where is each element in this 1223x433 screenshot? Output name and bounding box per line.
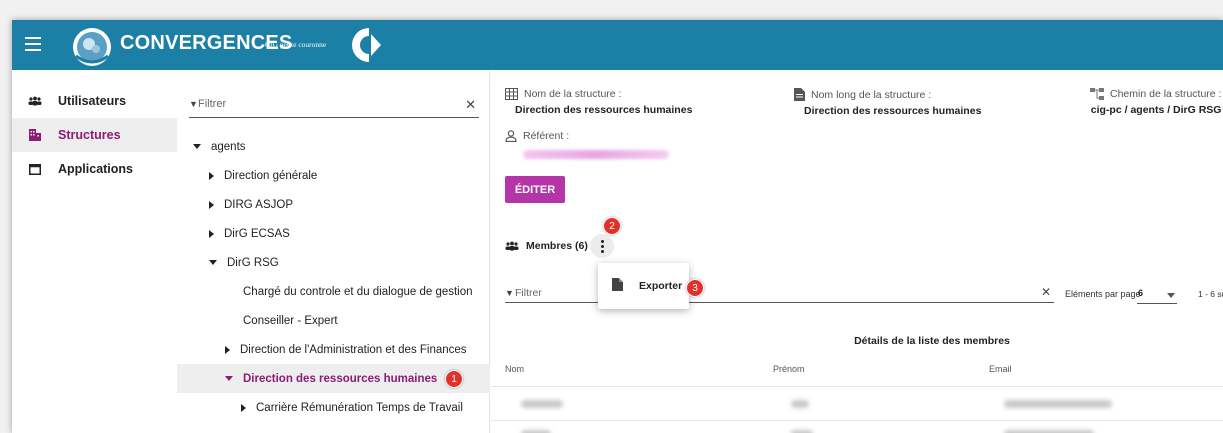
referent-value-redacted — [523, 150, 669, 159]
sidebar-item-structures[interactable]: Structures — [12, 118, 177, 152]
tree-node-label: Carrière Rémunération Temps de Travail — [256, 401, 463, 414]
tree-node[interactable]: Carrière Rémunération Temps de Travail — [241, 393, 463, 422]
users-icon — [28, 94, 42, 108]
tree-node[interactable]: Conseiller - Expert — [243, 306, 338, 335]
tree-node-label: Conseiller - Expert — [243, 314, 338, 327]
structure-tree: ▼ Filtrer ✕ agents Direction générale DI… — [177, 70, 490, 433]
tree-node[interactable]: DirG RSG — [209, 248, 279, 277]
hierarchy-icon — [1090, 88, 1104, 100]
members-filter-input[interactable]: ▼ Filtrer ✕ — [505, 283, 1054, 303]
tree-node-selected[interactable]: Direction des ressources humaines — [177, 364, 490, 393]
app-window: CONVERGENCES CIG petite couronne Utilisa… — [12, 20, 1223, 433]
pagination-range: 1 - 6 su — [1198, 289, 1223, 299]
tree-node[interactable]: Direction générale — [209, 161, 317, 190]
per-page-select[interactable]: 6 — [1137, 284, 1177, 304]
tree-node[interactable]: DIRG ASJOP — [209, 190, 293, 219]
document-icon — [612, 278, 623, 296]
sidebar: Utilisateurs Structures Applications — [12, 70, 177, 433]
caret-down-icon[interactable] — [209, 260, 217, 265]
structure-long-name-label: Nom long de la structure : — [811, 88, 932, 101]
tree-node[interactable]: Direction de l'Administration et des Fin… — [225, 335, 467, 364]
structure-detail-panel: Nom de la structure : Direction des ress… — [491, 70, 1223, 433]
structure-path-value: cig-pc / agents / DirG RSG — [1090, 104, 1222, 116]
caret-right-icon[interactable] — [209, 200, 214, 209]
per-page-label: Eléments par page — [1065, 289, 1141, 299]
structure-path-label: Chemin de la structure : — [1110, 88, 1222, 100]
tree-node[interactable]: agents — [193, 132, 246, 161]
structure-name-label: Nom de la structure : — [524, 88, 622, 100]
caret-down-icon[interactable] — [193, 144, 201, 149]
step-badge-2: 2 — [603, 217, 621, 235]
column-header-prenom[interactable]: Prénom — [773, 364, 805, 374]
dropdown-arrow-icon — [1167, 293, 1175, 298]
person-icon — [505, 130, 517, 142]
members-filter-placeholder: Filtrer — [515, 287, 542, 299]
tree-node-label: DIRG ASJOP — [224, 198, 294, 211]
tree-node-label: Direction de l'Administration et des Fin… — [240, 343, 467, 356]
structure-long-name-value: Direction des ressources humaines — [804, 105, 982, 117]
grid-icon — [505, 88, 518, 100]
tree-filter-placeholder: Filtrer — [198, 98, 227, 110]
caret-right-icon[interactable] — [209, 229, 214, 238]
convergences-logo-icon — [73, 28, 111, 66]
structure-path-field: Chemin de la structure : cig-pc / agents… — [1090, 88, 1221, 116]
tree-node[interactable]: DirG ECSAS — [209, 219, 290, 248]
tree-node-label: DirG RSG — [227, 256, 279, 269]
members-heading: Membres (6) — [505, 240, 588, 252]
tree-node[interactable]: Chargé du controle et du dialogue de ges… — [243, 277, 473, 306]
sidebar-item-label: Utilisateurs — [58, 94, 127, 108]
document-icon — [794, 88, 805, 101]
tree-node-label: agents — [211, 140, 246, 153]
structure-name-field: Nom de la structure : Direction des ress… — [505, 88, 692, 116]
top-bar: CONVERGENCES CIG petite couronne — [12, 20, 1223, 70]
edit-button[interactable]: ÉDITER — [505, 176, 565, 203]
redacted-cell — [791, 400, 809, 408]
referent-label: Référent : — [523, 130, 570, 142]
tree-node-label: Chargé du controle et du dialogue de ges… — [243, 285, 473, 298]
column-header-nom[interactable]: Nom — [505, 364, 524, 374]
members-title: Membres (6) — [526, 240, 588, 252]
row-divider — [491, 420, 1223, 421]
filter-icon: ▼ — [505, 288, 514, 298]
tree-node-label: Direction générale — [224, 169, 318, 182]
caret-right-icon[interactable] — [241, 403, 246, 412]
filter-icon: ▼ — [189, 99, 198, 109]
structure-name-value: Direction des ressources humaines — [515, 104, 693, 116]
export-menu: Exporter — [598, 263, 689, 309]
referent-field: Référent : — [505, 130, 669, 159]
hamburger-menu-icon[interactable] — [25, 37, 41, 51]
users-icon — [505, 241, 519, 251]
row-divider — [491, 386, 1223, 387]
column-header-email[interactable]: Email — [989, 364, 1012, 374]
step-badge-3: 3 — [686, 279, 704, 297]
caret-right-icon[interactable] — [225, 345, 230, 354]
building-icon — [28, 128, 42, 142]
sidebar-item-label: Applications — [58, 162, 134, 176]
tree-filter-input[interactable]: ▼ Filtrer ✕ — [189, 92, 479, 118]
caret-right-icon[interactable] — [209, 171, 214, 180]
redacted-cell — [1004, 400, 1112, 408]
per-page-value: 6 — [1138, 288, 1144, 298]
redacted-cell — [521, 400, 563, 408]
caret-down-icon[interactable] — [225, 376, 233, 381]
structure-long-name-field: Nom long de la structure : Direction des… — [794, 88, 981, 117]
window-icon — [28, 162, 42, 176]
more-options-icon[interactable] — [590, 234, 614, 258]
export-label: Exporter — [639, 280, 683, 292]
org-name: CIG petite couronne — [265, 40, 327, 49]
clear-icon[interactable]: ✕ — [1041, 285, 1051, 299]
sidebar-item-users[interactable]: Utilisateurs — [12, 84, 177, 118]
tree-node-label: DirG ECSAS — [224, 227, 290, 240]
sidebar-item-label: Structures — [58, 128, 121, 142]
members-table-title: Détails de la liste des membres — [854, 335, 1010, 347]
tree-node-label: Direction des ressources humaines — [243, 372, 438, 385]
sidebar-item-applications[interactable]: Applications — [12, 152, 177, 186]
cig-logo-icon — [352, 28, 381, 62]
export-menu-item[interactable]: Exporter — [598, 263, 689, 309]
clear-icon[interactable]: ✕ — [465, 97, 476, 113]
step-badge-1: 1 — [445, 370, 463, 388]
